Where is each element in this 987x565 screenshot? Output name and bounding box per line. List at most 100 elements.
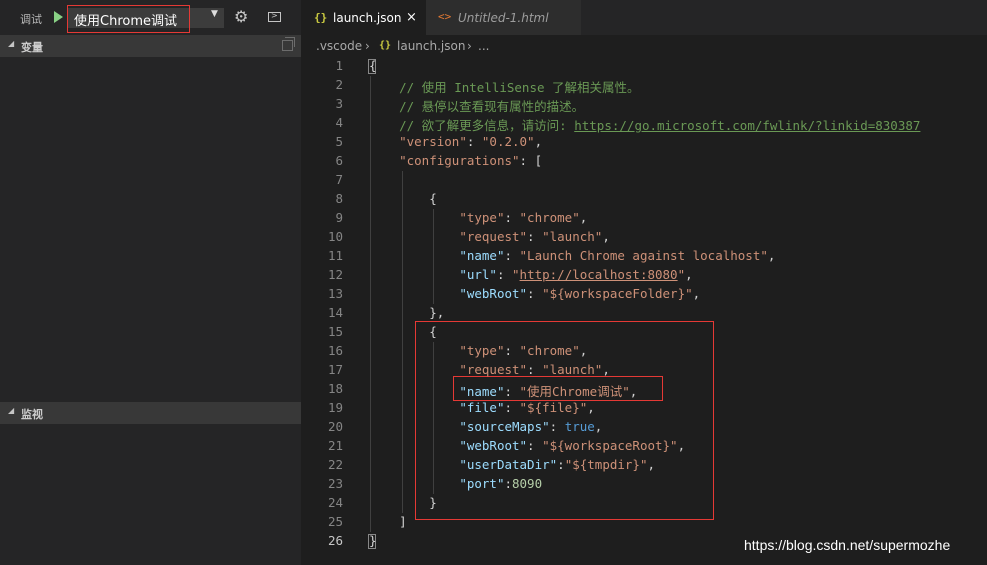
breadcrumb: .vscode › {} launch.json › ... xyxy=(301,35,987,57)
variables-section-header[interactable]: ◢ 变量 xyxy=(0,35,301,57)
code-editor[interactable]: 1 {2 // 使用 IntelliSense 了解相关属性。 3 // 悬停以查看… xyxy=(301,57,987,565)
code-token: , xyxy=(579,210,588,225)
debug-console-icon[interactable]: > xyxy=(268,11,281,22)
tab-label: launch.json xyxy=(333,11,402,25)
line-number: 12 xyxy=(327,267,343,282)
breadcrumb-folder[interactable]: .vscode xyxy=(316,39,362,53)
code-token: , xyxy=(587,400,595,415)
chevron-down-icon[interactable]: ▼ xyxy=(211,9,218,19)
debug-label: 调试 xyxy=(20,13,42,26)
code-token: "webRoot" xyxy=(459,438,528,453)
code-line[interactable]: } xyxy=(369,533,377,548)
config-highlight-box xyxy=(67,5,190,33)
code-token: ] xyxy=(369,514,407,529)
code-line[interactable]: ] xyxy=(369,514,407,529)
code-line[interactable]: "port":8090 xyxy=(369,476,542,491)
breadcrumb-more[interactable]: ... xyxy=(478,39,489,53)
collapse-all-icon[interactable] xyxy=(282,37,295,51)
variables-section-title: 变量 xyxy=(21,41,43,54)
code-token: } xyxy=(369,533,377,548)
code-token: : xyxy=(549,419,565,434)
line-number: 17 xyxy=(327,362,343,377)
code-token: , xyxy=(677,438,686,453)
code-line[interactable]: { xyxy=(369,58,377,73)
debug-sidebar: 调试 使用Chrome调试 ▼ ⚙ > ◢ 变量 ◢ 监视 xyxy=(0,0,301,565)
code-line[interactable]: "url": "http://localhost:8080", xyxy=(369,267,692,282)
code-line[interactable]: "name": "Launch Chrome against localhost… xyxy=(369,248,775,263)
code-line[interactable]: "webRoot": "${workspaceRoot}", xyxy=(369,438,685,453)
code-token: // 悬停以查看现有属性的描述。 xyxy=(369,99,585,114)
watermark-text: https://blog.csdn.net/supermozhe xyxy=(744,537,951,553)
debug-toolbar: 调试 使用Chrome调试 ▼ ⚙ > xyxy=(0,0,301,35)
line-number: 14 xyxy=(327,305,343,320)
code-token: : xyxy=(527,362,543,377)
code-token: "name" xyxy=(459,248,505,263)
code-line[interactable]: { xyxy=(369,324,437,339)
code-token: // 使用 IntelliSense 了解相关属性。 xyxy=(369,80,640,95)
code-token: "configurations" xyxy=(399,153,520,168)
code-line[interactable]: "webRoot": "${workspaceFolder}", xyxy=(369,286,700,301)
code-line[interactable]: "request": "launch", xyxy=(369,229,610,244)
code-token: { xyxy=(369,191,437,206)
code-token: , xyxy=(647,457,656,472)
code-token: "webRoot" xyxy=(459,286,528,301)
code-line[interactable]: } xyxy=(369,495,437,510)
code-token: "port" xyxy=(459,476,505,491)
code-token: "sourceMaps" xyxy=(459,419,550,434)
watch-section-title: 监视 xyxy=(21,408,43,421)
editor-tabbar: {} launch.json × <> Untitled-1.html xyxy=(301,0,987,35)
line-number: 23 xyxy=(327,476,343,491)
tab-launch-json[interactable]: {} launch.json × xyxy=(301,0,426,35)
code-token: // 欲了解更多信息，请访问: xyxy=(369,118,575,133)
code-token: , xyxy=(629,384,638,399)
code-line[interactable]: "userDataDir":"${tmpdir}", xyxy=(369,457,655,472)
code-line[interactable]: "type": "chrome", xyxy=(369,343,587,358)
tab-untitled-html[interactable]: <> Untitled-1.html xyxy=(426,0,581,35)
code-token: "launch" xyxy=(542,229,603,244)
code-line[interactable]: "version": "0.2.0", xyxy=(369,134,542,149)
line-number: 2 xyxy=(335,77,343,92)
line-number: 9 xyxy=(335,210,343,225)
code-token: "name" xyxy=(459,384,505,399)
code-line[interactable]: }, xyxy=(369,305,444,320)
code-line[interactable]: "name": "使用Chrome调试", xyxy=(369,381,637,400)
code-token: , xyxy=(579,343,588,358)
breadcrumb-file[interactable]: launch.json xyxy=(397,39,465,53)
code-line[interactable]: "request": "launch", xyxy=(369,362,610,377)
code-line[interactable]: // 欲了解更多信息，请访问: https://go.microsoft.com… xyxy=(369,115,920,134)
code-token: "version" xyxy=(399,134,467,149)
code-line[interactable]: "configurations": [ xyxy=(369,153,542,168)
line-number: 26 xyxy=(327,533,343,548)
line-number: 24 xyxy=(327,495,343,510)
tab-label: Untitled-1.html xyxy=(458,11,549,25)
close-icon[interactable]: × xyxy=(406,10,417,25)
code-token: "0.2.0" xyxy=(481,134,535,149)
code-line[interactable]: // 使用 IntelliSense 了解相关属性。 xyxy=(369,77,640,96)
code-token: } xyxy=(369,495,437,510)
code-token: : [ xyxy=(519,153,543,168)
code-line[interactable]: // 悬停以查看现有属性的描述。 xyxy=(369,96,584,115)
code-token: : xyxy=(504,248,520,263)
code-token: : xyxy=(527,229,543,244)
code-token: , xyxy=(594,419,603,434)
start-debugging-icon[interactable] xyxy=(54,11,63,23)
line-number: 7 xyxy=(335,172,343,187)
code-line[interactable]: "type": "chrome", xyxy=(369,210,587,225)
chevron-right-icon: › xyxy=(365,39,370,53)
code-line[interactable]: { xyxy=(369,191,437,206)
line-number: 5 xyxy=(335,134,343,149)
watch-section-header[interactable]: ◢ 监视 xyxy=(0,402,301,424)
gear-icon[interactable]: ⚙ xyxy=(234,9,248,25)
code-line[interactable]: "sourceMaps": true, xyxy=(369,419,602,434)
code-token: "${workspaceFolder}" xyxy=(542,286,693,301)
code-token: "request" xyxy=(459,229,528,244)
code-line[interactable]: "file": "${file}", xyxy=(369,400,595,415)
code-token: : xyxy=(466,134,482,149)
